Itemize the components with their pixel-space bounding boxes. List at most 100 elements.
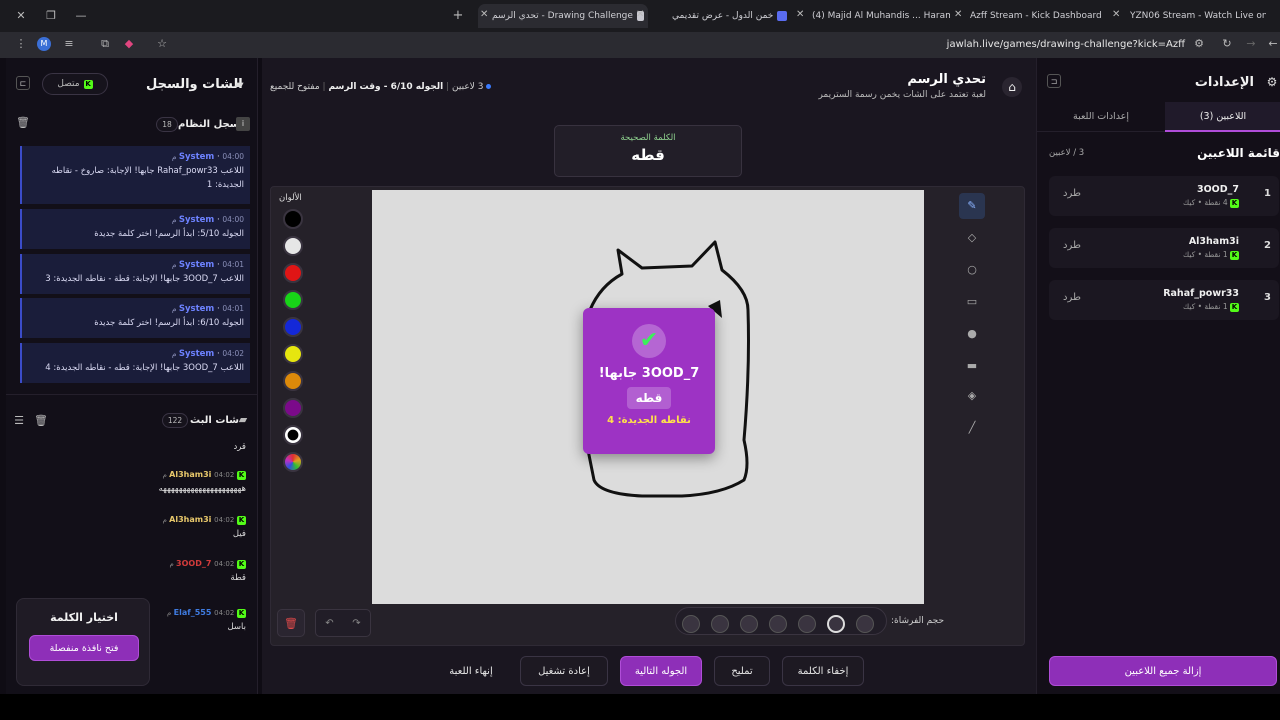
system-message: System · 04:01 م الجوله 6/10: ابدأ الرسم… [20, 298, 250, 338]
end-game-button[interactable]: إنهاء اللعبة [432, 656, 510, 686]
url-field[interactable]: jawlah.live/games/drawing-challenge?kick… [947, 39, 1185, 50]
hint-button[interactable]: تمليح [714, 656, 770, 686]
color-swatch[interactable] [283, 209, 303, 229]
tab-yzn06-stream[interactable]: YZN06 Stream - Watch Live on [1128, 4, 1266, 28]
eraser-tool-icon[interactable]: ◇ [959, 225, 985, 251]
username[interactable]: 3OOD_7 [176, 559, 211, 568]
live-dot-icon [486, 84, 492, 89]
color-swatch[interactable] [283, 236, 303, 256]
username[interactable]: Elaf_555 [174, 608, 212, 617]
brush-size-option[interactable] [682, 615, 700, 633]
undo-redo-group: ↶ ↷ [315, 609, 371, 637]
color-swatch[interactable] [283, 371, 303, 391]
trash-icon[interactable]: 🗑 [34, 414, 48, 428]
open-popup-window-button[interactable]: فتح نافذة منفصلة [29, 635, 139, 661]
tab-youtube[interactable]: (4) Majid Al Muhandis ... Haram [810, 4, 950, 28]
username[interactable]: Al3ham3i [169, 470, 211, 479]
fill-bucket-icon[interactable]: ◈ [959, 383, 985, 409]
kick-player-button[interactable]: طرد [1063, 292, 1081, 303]
color-swatch[interactable] [283, 398, 303, 418]
player-name: Al3ham3i [1188, 236, 1239, 247]
players-list-title: قائمة اللاعبين [1197, 146, 1280, 160]
message-text: اللاعب 3OOD_7 جابها! الإجابة: قطه - نقاط… [45, 363, 244, 373]
player-name: Rahaf_powr33 [1163, 288, 1239, 299]
system-message: System · 04:02 م اللاعب 3OOD_7 جابها! ال… [20, 343, 250, 383]
shield-icon[interactable]: ◆ [122, 37, 136, 51]
filled-rectangle-tool-icon[interactable]: ▬ [959, 353, 985, 379]
color-swatch[interactable] [283, 452, 303, 472]
filter-icon[interactable]: ☰ [12, 414, 26, 428]
tab-title: (4) Majid Al Muhandis ... Haram [812, 11, 950, 21]
username[interactable]: Al3ham3i [169, 515, 211, 524]
message-text: هههههههههههههههههههههه [158, 484, 246, 494]
minimize-window-icon[interactable]: — [74, 9, 88, 23]
colors-label: الألوان [279, 193, 302, 203]
system-message: System · 04:00 م الجوله 5/10: ابدأ الرسم… [20, 209, 250, 249]
chat-message: K 3OOD_7 04:02 م قطة [106, 557, 246, 585]
filled-circle-tool-icon[interactable]: ● [959, 321, 985, 347]
close-window-icon[interactable]: ✕ [14, 9, 28, 23]
stream-chat-title: شات البث [190, 415, 239, 426]
player-rank: 1 [1264, 188, 1271, 199]
brush-size-option[interactable] [856, 615, 874, 633]
next-round-button[interactable]: الجوله التالية [620, 656, 702, 686]
forward-icon[interactable]: → [1244, 37, 1258, 51]
new-tab-icon[interactable]: + [451, 9, 465, 23]
collapse-panel-icon[interactable]: ⊐ [1047, 74, 1061, 88]
rectangle-tool-icon[interactable]: ▭ [959, 289, 985, 315]
extensions-icon[interactable]: ≡ [62, 37, 76, 51]
profile-avatar[interactable]: M [37, 37, 51, 51]
restore-window-icon[interactable]: ❐ [44, 9, 58, 23]
kick-player-button[interactable]: طرد [1063, 240, 1081, 251]
close-tab-icon[interactable]: ✕ [636, 9, 644, 20]
message-text: الجوله 6/10: ابدأ الرسم! اختر كلمة جديدة [94, 318, 244, 328]
pen-tool-icon[interactable]: ✎ [959, 193, 985, 219]
close-tab-icon[interactable]: ✕ [954, 9, 962, 20]
puzzle-icon[interactable]: ⧉ [98, 37, 112, 51]
clear-canvas-button[interactable]: 🗑 [277, 609, 305, 637]
close-tab-icon[interactable]: ✕ [480, 9, 488, 20]
brush-size-option[interactable] [769, 615, 787, 633]
brush-size-option[interactable] [740, 615, 758, 633]
hide-word-button[interactable]: إخفاء الكلمة [782, 656, 864, 686]
site-settings-icon[interactable]: ⚙ [1192, 37, 1206, 51]
tab-kick-dashboard[interactable]: Azff Stream - Kick Dashboard [968, 4, 1108, 28]
trash-icon[interactable]: 🗑 [16, 116, 30, 130]
remove-all-players-button[interactable]: إزالة جميع اللاعبين [1049, 656, 1277, 686]
tab-game-settings[interactable]: إعدادات اللعبة [1037, 102, 1165, 132]
player-points: 1 نقطة • كيك [1183, 250, 1228, 259]
brush-size-option[interactable] [798, 615, 816, 633]
tab-guess-countries[interactable]: خمن الدول - عرض تقديمي [650, 4, 796, 28]
system-message: System · 04:00 م اللاعب Rahaf_powr33 جاب… [20, 146, 250, 204]
color-swatch[interactable] [283, 263, 303, 283]
bookmark-star-icon[interactable]: ☆ [155, 37, 169, 51]
correct-word: قطه [631, 146, 665, 164]
color-swatch[interactable] [283, 344, 303, 364]
brush-size-option-selected[interactable] [827, 615, 845, 633]
reload-icon[interactable]: ↻ [1220, 37, 1234, 51]
kick-icon: K [237, 471, 246, 480]
home-icon[interactable]: ⌂ [1002, 77, 1022, 97]
back-icon[interactable]: ← [1266, 37, 1280, 51]
close-tab-icon[interactable]: ✕ [796, 9, 804, 20]
brush-size-option[interactable] [711, 615, 729, 633]
restart-button[interactable]: إعادة تشغيل [520, 656, 608, 686]
round-info: الجوله 6/10 - وقت الرسم [328, 82, 444, 92]
tab-players[interactable]: اللاعبين (3) [1165, 102, 1280, 132]
kick-player-button[interactable]: طرد [1063, 188, 1081, 199]
color-swatch[interactable] [283, 290, 303, 310]
collapse-panel-icon[interactable]: ⊏ [16, 76, 30, 90]
stream-chat-count: 122 [162, 413, 188, 428]
circle-tool-icon[interactable]: ○ [959, 257, 985, 283]
tab-drawing-challenge[interactable]: ✕ تحدي الرسم - Drawing Challenge [478, 4, 648, 28]
undo-icon[interactable]: ↶ [325, 618, 333, 629]
close-tab-icon[interactable]: ✕ [1112, 9, 1120, 20]
menu-dots-icon[interactable]: ⋮ [14, 37, 28, 51]
color-swatch[interactable] [283, 317, 303, 337]
line-tool-icon[interactable]: ╱ [959, 415, 985, 441]
drawing-canvas[interactable]: ✔ 3OOD_7 جابها! قطه نقاطه الجديدة: 4 [372, 190, 924, 604]
kick-icon: K [237, 516, 246, 525]
redo-icon[interactable]: ↷ [352, 618, 360, 629]
word-choice-title: اختيار الكلمة [50, 611, 118, 624]
color-swatch[interactable] [283, 425, 303, 445]
